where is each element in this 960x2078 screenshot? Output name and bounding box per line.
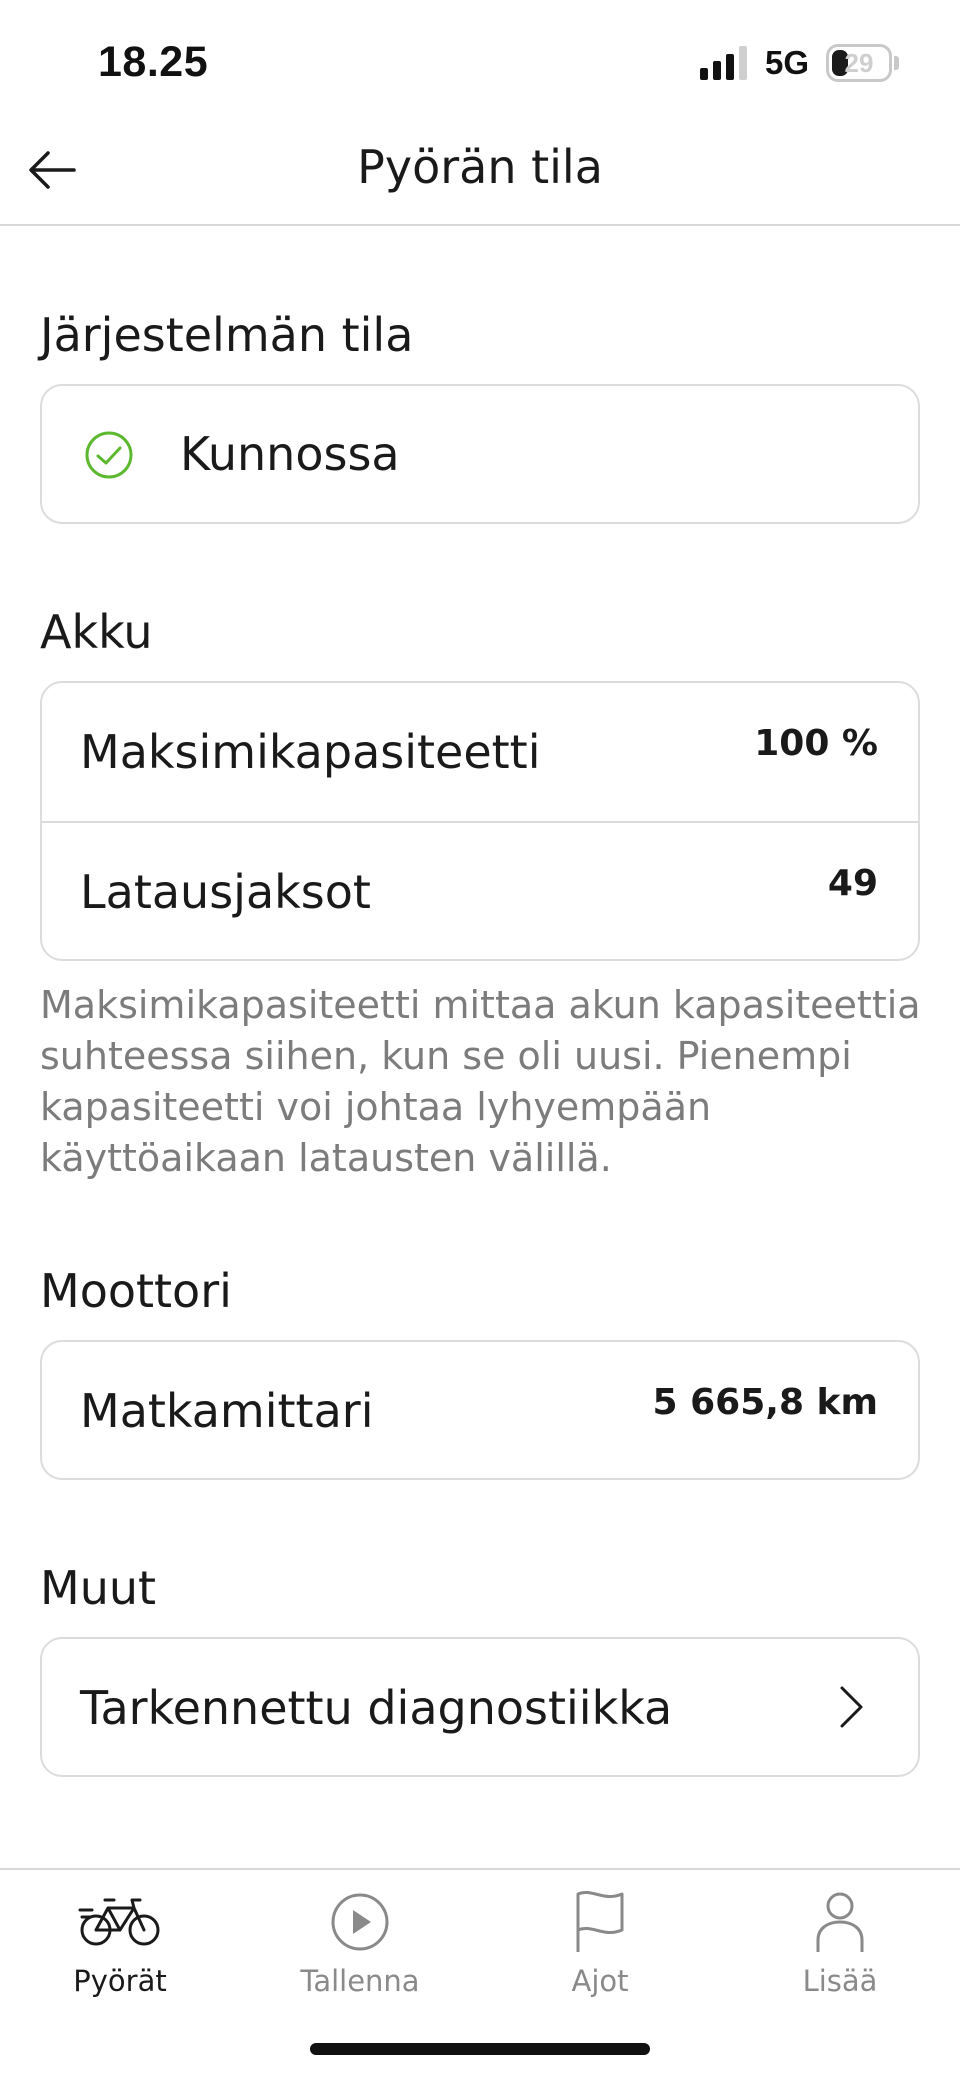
system-status-card: Kunnossa	[40, 384, 920, 524]
system-status-text: Kunnossa	[180, 427, 400, 481]
nav-label-record: Tallenna	[300, 1964, 420, 1998]
signal-strength-icon	[700, 46, 747, 80]
max-capacity-value: 100 %	[754, 723, 878, 764]
nav-label-bikes: Pyörät	[73, 1964, 167, 1998]
page-title: Pyörän tila	[357, 140, 603, 194]
bike-icon	[78, 1898, 160, 1946]
advanced-diagnostics-label: Tarkennettu diagnostiikka	[80, 1681, 673, 1735]
advanced-diagnostics-row[interactable]: Tarkennettu diagnostiikka	[42, 1639, 918, 1777]
screen: 18.25 5G 29 Pyörän tila Järjestelmän til…	[0, 0, 960, 2078]
battery-card: Maksimikapasiteetti 100 % Latausjaksot 4…	[40, 681, 920, 961]
battery-description: Maksimikapasiteetti mittaa akun kapasite…	[40, 983, 921, 1180]
nav-tab-more[interactable]: Lisää	[720, 1890, 960, 2010]
network-type-label: 5G	[765, 44, 810, 81]
play-circle-icon	[331, 1893, 389, 1951]
nav-label-rides: Ajot	[571, 1964, 629, 1998]
battery-row-max-capacity: Maksimikapasiteetti 100 %	[42, 683, 918, 821]
nav-tab-record[interactable]: Tallenna	[240, 1890, 480, 2010]
home-indicator	[310, 2043, 650, 2055]
status-time: 18.25	[98, 38, 209, 86]
charge-cycles-label: Latausjaksot	[80, 865, 371, 919]
section-title-other: Muut	[40, 1561, 157, 1615]
charge-cycles-value: 49	[827, 863, 878, 904]
section-title-system-status: Järjestelmän tila	[40, 308, 414, 362]
person-icon	[816, 1892, 864, 1952]
odometer-label: Matkamittari	[80, 1384, 374, 1438]
other-card: Tarkennettu diagnostiikka	[40, 1637, 920, 1777]
nav-label-more: Lisää	[802, 1964, 878, 1998]
section-title-motor: Moottori	[40, 1264, 232, 1318]
battery-row-charge-cycles: Latausjaksot 49	[42, 821, 918, 959]
nav-tab-rides[interactable]: Ajot	[480, 1890, 720, 2010]
battery-tip	[894, 56, 899, 70]
max-capacity-label: Maksimikapasiteetti	[80, 725, 541, 779]
motor-card: Matkamittari 5 665,8 km	[40, 1340, 920, 1480]
section-title-battery: Akku	[40, 605, 153, 659]
odometer-value: 5 665,8 km	[652, 1382, 878, 1423]
chevron-right-icon	[840, 1686, 863, 1728]
check-circle-icon	[85, 431, 133, 479]
app-header: Pyörän tila	[0, 128, 960, 226]
nav-tab-bikes[interactable]: Pyörät	[0, 1890, 240, 2010]
battery-percentage: 29	[844, 48, 874, 78]
flag-icon	[576, 1891, 624, 1952]
motor-row-odometer: Matkamittari 5 665,8 km	[42, 1342, 918, 1480]
status-bar: 18.25 5G 29	[0, 0, 960, 128]
battery-icon: 29	[826, 44, 892, 82]
